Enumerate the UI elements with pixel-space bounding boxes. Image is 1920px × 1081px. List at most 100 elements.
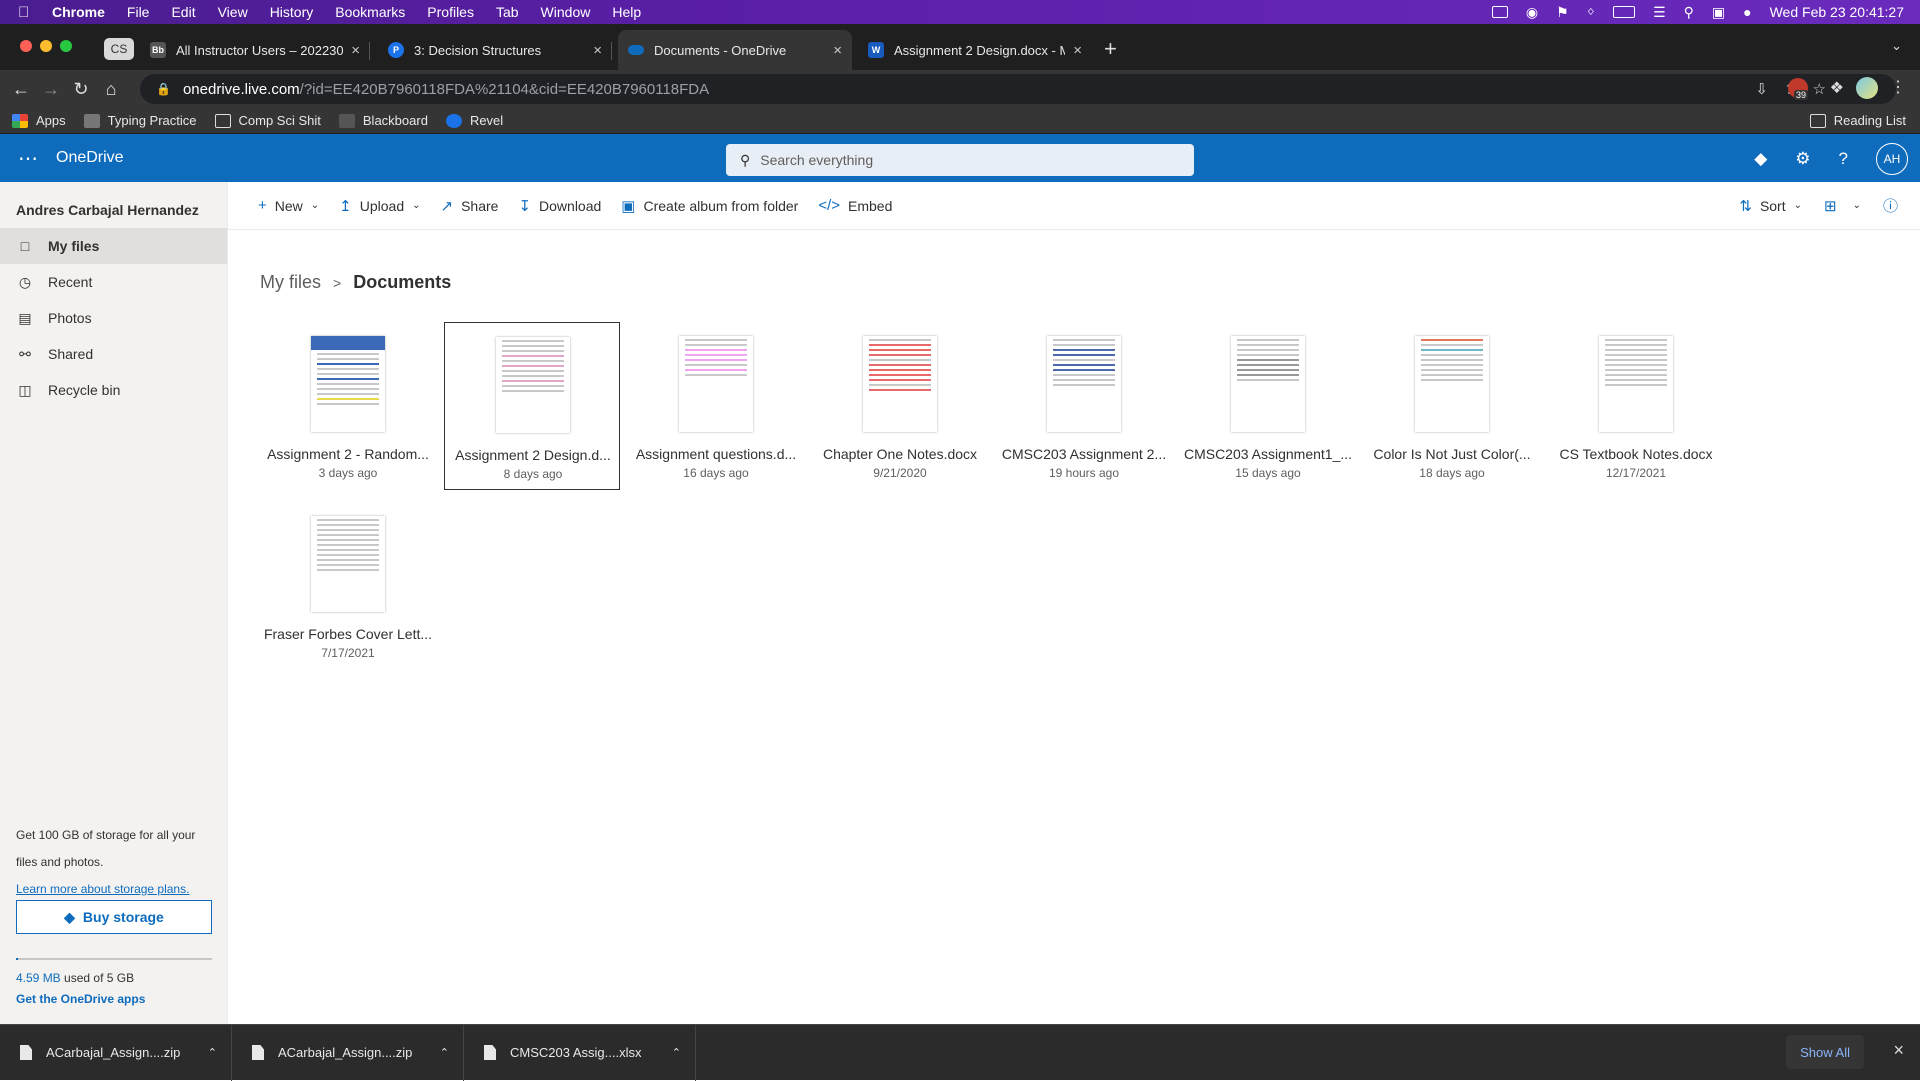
download-button[interactable]: ↧ Download: [518, 197, 601, 215]
sidebar-item-recycle-bin[interactable]: ◫ Recycle bin: [0, 372, 227, 408]
home-icon[interactable]: ⌂: [96, 79, 126, 100]
battery-icon[interactable]: [1613, 6, 1636, 18]
zoom-window-icon[interactable]: [60, 40, 72, 52]
breadcrumb-my-files[interactable]: My files: [260, 272, 321, 293]
file-name: Chapter One Notes.docx: [822, 446, 978, 462]
close-tab-icon[interactable]: ×: [351, 42, 360, 59]
file-tile[interactable]: Color Is Not Just Color(... 18 days ago: [1364, 322, 1540, 490]
close-tab-icon[interactable]: ×: [833, 42, 842, 59]
download-item[interactable]: ACarbajal_Assign....zip ⌃: [232, 1024, 464, 1081]
keyboard-icon: [83, 113, 100, 128]
sidebar-item-my-files[interactable]: □ My files: [0, 228, 227, 264]
view-options-button[interactable]: ⊞ ⌄: [1824, 197, 1861, 215]
sidebar-item-recent[interactable]: ◷ Recent: [0, 264, 227, 300]
menu-file[interactable]: File: [127, 4, 150, 20]
menu-view[interactable]: View: [218, 4, 248, 20]
create-album-button[interactable]: ▣ Create album from folder: [621, 197, 798, 215]
storage-promo: Get 100 GB of storage for all your files…: [16, 822, 212, 903]
onedrive-brand[interactable]: OneDrive: [56, 149, 124, 167]
menu-help[interactable]: Help: [612, 4, 641, 20]
forward-icon[interactable]: →: [36, 79, 66, 100]
minimize-window-icon[interactable]: [40, 40, 52, 52]
menu-window[interactable]: Window: [541, 4, 591, 20]
upload-button[interactable]: ↥ Upload ⌄: [339, 197, 420, 215]
show-all-downloads-button[interactable]: Show All: [1786, 1035, 1864, 1069]
siri-icon[interactable]: ●: [1743, 4, 1751, 20]
address-bar[interactable]: 🔒 onedrive.live.com/?id=EE420B7960118FDA…: [140, 74, 1896, 104]
headphones-icon[interactable]: ◉: [1526, 4, 1538, 21]
storage-used[interactable]: 4.59 MB: [16, 971, 61, 985]
chevron-up-icon[interactable]: ⌃: [672, 1046, 681, 1059]
apple-icon[interactable]: : [18, 4, 38, 21]
sidebar-item-shared[interactable]: ⚯ Shared: [0, 336, 227, 372]
flag-icon[interactable]: ⚑: [1556, 4, 1569, 21]
info-pane-icon[interactable]: ⓘ: [1883, 195, 1898, 216]
sort-button[interactable]: ⇅ Sort ⌄: [1739, 197, 1802, 215]
install-icon[interactable]: ⇩: [1755, 80, 1768, 98]
bookmark-comp-sci-folder[interactable]: Comp Sci Shit: [214, 113, 321, 128]
menu-bookmarks[interactable]: Bookmarks: [335, 4, 405, 20]
display-icon[interactable]: [1491, 6, 1508, 18]
close-icon[interactable]: ×: [1893, 1040, 1904, 1061]
wifi-icon[interactable]: ☰: [1653, 4, 1666, 21]
chevron-up-icon[interactable]: ⌃: [208, 1046, 217, 1059]
download-item[interactable]: CMSC203 Assig....xlsx ⌃: [464, 1024, 696, 1081]
file-name: Color Is Not Just Color(...: [1373, 446, 1531, 462]
storage-plans-link[interactable]: Learn more about storage plans.: [16, 882, 189, 896]
profile-avatar-icon[interactable]: [1856, 77, 1878, 99]
reading-list-button[interactable]: Reading List: [1809, 113, 1906, 128]
menu-profiles[interactable]: Profiles: [427, 4, 474, 20]
tab-decision-structures[interactable]: P 3: Decision Structures ×: [378, 30, 612, 70]
bookmark-typing-practice[interactable]: Typing Practice: [83, 113, 197, 128]
menu-edit[interactable]: Edit: [171, 4, 195, 20]
bookmark-star-icon[interactable]: ☆: [1813, 80, 1826, 98]
reload-icon[interactable]: ↻: [66, 79, 96, 100]
file-tile[interactable]: CS Textbook Notes.docx 12/17/2021: [1548, 322, 1724, 490]
extension-icon[interactable]: 39: [1788, 78, 1809, 100]
app-launcher-icon[interactable]: ⋯: [0, 146, 56, 171]
help-icon[interactable]: ?: [1839, 149, 1848, 169]
buy-storage-button[interactable]: ◆ Buy storage: [16, 900, 212, 934]
tab-search-icon[interactable]: ⌄: [1891, 38, 1902, 54]
file-tile[interactable]: Chapter One Notes.docx 9/21/2020: [812, 322, 988, 490]
bookmark-blackboard[interactable]: Blackboard: [338, 113, 428, 128]
sidebar-item-photos[interactable]: ▤ Photos: [0, 300, 227, 336]
close-window-icon[interactable]: [20, 40, 32, 52]
bookmark-revel[interactable]: Revel: [445, 113, 503, 128]
lock-icon[interactable]: 🔒: [156, 82, 171, 96]
file-tile[interactable]: Assignment 2 - Random... 3 days ago: [260, 322, 436, 490]
file-tile[interactable]: CMSC203 Assignment1_... 15 days ago: [1180, 322, 1356, 490]
control-center-icon[interactable]: ▣: [1712, 4, 1725, 21]
tab-assignment-design[interactable]: W Assignment 2 Design.docx - M ×: [858, 30, 1092, 70]
premium-diamond-icon[interactable]: ◆: [1754, 149, 1767, 169]
settings-gear-icon[interactable]: ⚙: [1795, 149, 1810, 169]
download-item[interactable]: ACarbajal_Assign....zip ⌃: [0, 1024, 232, 1081]
menu-history[interactable]: History: [270, 4, 314, 20]
spotlight-icon[interactable]: ⚲: [1684, 4, 1694, 21]
search-box[interactable]: ⚲ Search everything: [726, 144, 1194, 176]
file-tile[interactable]: CMSC203 Assignment 2... 19 hours ago: [996, 322, 1172, 490]
file-tile[interactable]: Fraser Forbes Cover Lett... 7/17/2021: [260, 502, 436, 670]
bookmark-apps[interactable]: Apps: [12, 113, 66, 128]
menu-app-name[interactable]: Chrome: [52, 4, 105, 20]
file-tile[interactable]: Assignment questions.d... 16 days ago: [628, 322, 804, 490]
profile-chip[interactable]: CS: [104, 38, 134, 60]
new-tab-button[interactable]: +: [1104, 36, 1117, 62]
file-tile[interactable]: Assignment 2 Design.d... 8 days ago: [444, 322, 620, 490]
extensions-puzzle-icon[interactable]: ❖: [1830, 78, 1844, 98]
more-menu-icon[interactable]: ⋮: [1890, 77, 1906, 97]
chevron-up-icon[interactable]: ⌃: [440, 1046, 449, 1059]
menu-tab[interactable]: Tab: [496, 4, 519, 20]
embed-button[interactable]: </> Embed: [818, 197, 892, 214]
get-apps-link[interactable]: Get the OneDrive apps: [16, 992, 145, 1006]
menu-clock[interactable]: Wed Feb 23 20:41:27: [1770, 4, 1904, 20]
new-button[interactable]: + New ⌄: [258, 197, 319, 214]
tab-onedrive-documents[interactable]: Documents - OneDrive ×: [618, 30, 852, 70]
back-icon[interactable]: ←: [6, 79, 36, 100]
tab-instructor-users[interactable]: Bb All Instructor Users – 202230 ×: [140, 30, 370, 70]
bluetooth-icon[interactable]: ᛜ: [1587, 4, 1595, 20]
close-tab-icon[interactable]: ×: [1073, 42, 1082, 59]
share-button[interactable]: ↗ Share: [441, 197, 499, 215]
close-tab-icon[interactable]: ×: [593, 42, 602, 59]
account-avatar[interactable]: AH: [1876, 143, 1908, 175]
